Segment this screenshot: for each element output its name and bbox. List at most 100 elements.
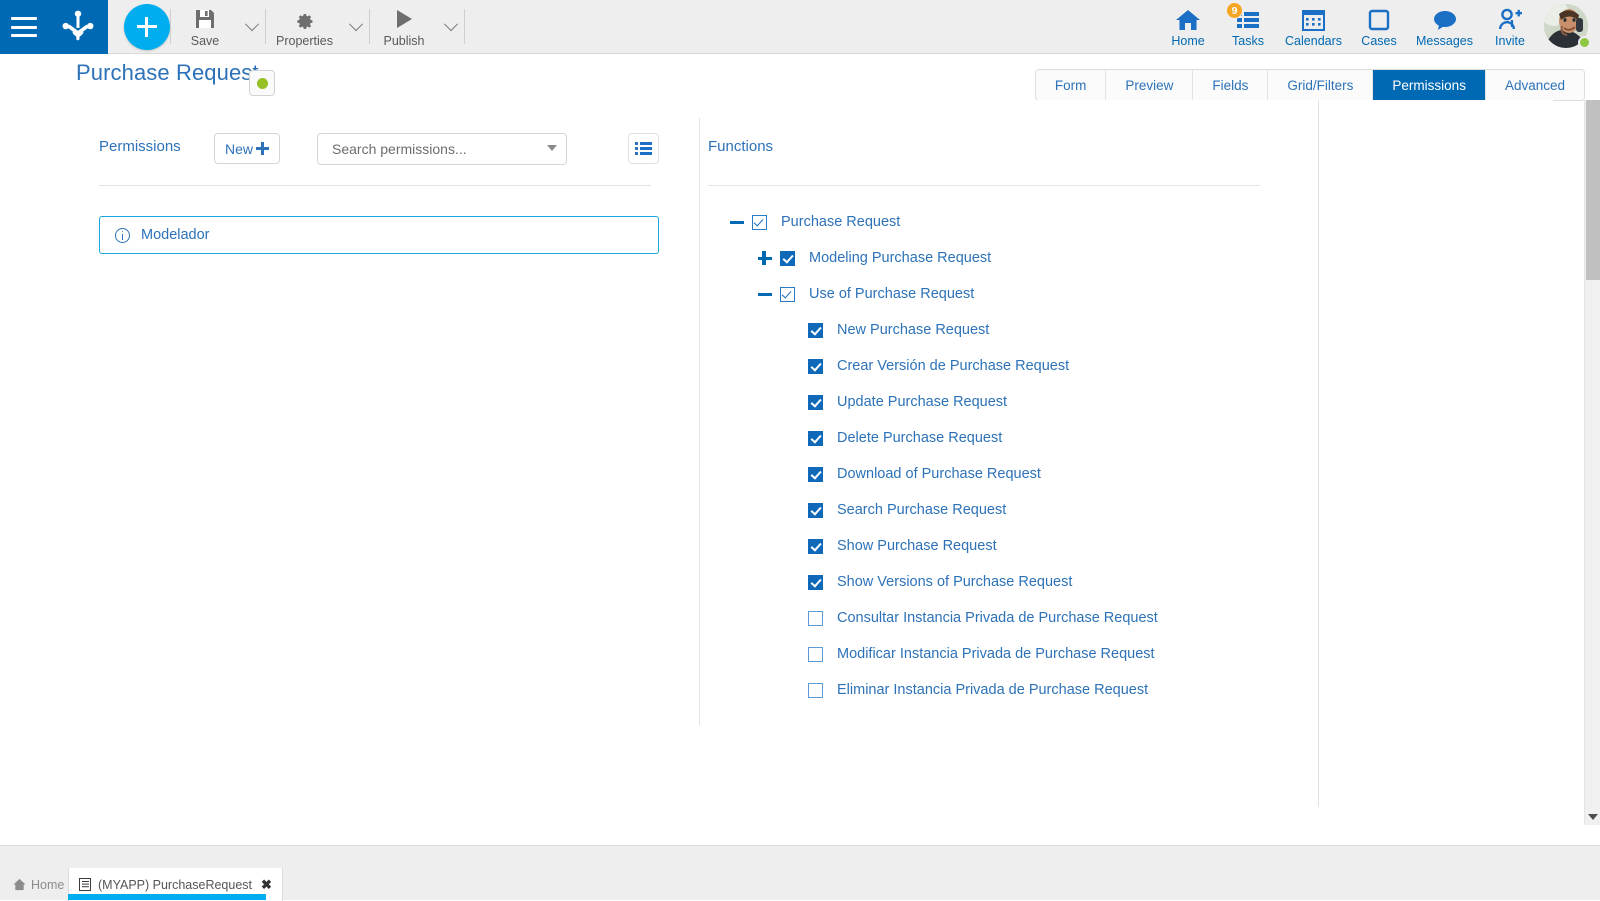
functions-title: Functions [708, 138, 773, 155]
tree-item[interactable]: Delete Purchase Request [699, 420, 1318, 456]
taskbar-home-label: Home [31, 878, 64, 892]
new-permission-button[interactable]: New [214, 133, 280, 164]
hamburger-menu-icon[interactable] [11, 17, 37, 37]
tree-item-label: Purchase Request [781, 214, 900, 230]
properties-dropdown-caret[interactable] [343, 0, 369, 54]
bizagi-logo-icon[interactable] [59, 10, 97, 44]
taskbar-home-item[interactable]: Home [0, 868, 77, 901]
checkbox[interactable] [808, 647, 823, 662]
page-header: Purchase Request Form Preview Fields Gri… [0, 54, 1600, 100]
functions-panel: Functions Purchase Request Modeling Purch… [699, 100, 1318, 825]
checkbox[interactable] [808, 431, 823, 446]
search-permissions-box[interactable] [317, 133, 567, 165]
nav-cases[interactable]: Cases [1349, 0, 1409, 54]
checkbox[interactable] [808, 503, 823, 518]
gear-icon [293, 7, 315, 31]
publish-dropdown-caret[interactable] [438, 0, 464, 54]
tree-item-label: Delete Purchase Request [837, 430, 1002, 446]
tree-item[interactable]: Modificar Instancia Privada de Purchase … [699, 636, 1318, 672]
checkbox[interactable] [780, 287, 795, 302]
nav-tasks-label: Tasks [1232, 34, 1264, 48]
nav-calendars-label: Calendars [1285, 34, 1342, 48]
tree-item[interactable]: Crear Versión de Purchase Request [699, 348, 1318, 384]
checkbox[interactable] [808, 611, 823, 626]
properties-button[interactable]: Properties [266, 0, 343, 54]
play-icon [393, 7, 415, 31]
tree-item-label: Consultar Instancia Privada de Purchase … [837, 610, 1158, 626]
nav-tasks[interactable]: 9 Tasks [1218, 0, 1278, 54]
nav-messages[interactable]: Messages [1409, 0, 1480, 54]
checkbox[interactable] [808, 467, 823, 482]
new-permission-label: New [225, 141, 253, 157]
nav-home[interactable]: Home [1158, 0, 1218, 54]
checkbox[interactable] [780, 251, 795, 266]
expand-icon[interactable] [757, 250, 773, 266]
tree-item[interactable]: Search Purchase Request [699, 492, 1318, 528]
close-icon[interactable]: ✖ [261, 877, 272, 893]
avatar[interactable] [1540, 0, 1594, 54]
checkbox[interactable] [808, 575, 823, 590]
home-icon [1175, 7, 1201, 33]
tree-item[interactable]: Update Purchase Request [699, 384, 1318, 420]
save-button[interactable]: Save [171, 0, 239, 54]
page-title: Purchase Request [76, 60, 259, 86]
collapse-icon[interactable] [757, 286, 773, 302]
document-icon [79, 878, 91, 891]
permission-name: Modelador [141, 227, 210, 243]
functions-tree: Purchase Request Modeling Purchase Reques… [699, 204, 1318, 708]
tree-item-label: Update Purchase Request [837, 394, 1007, 410]
tree-item[interactable]: Show Purchase Request [699, 528, 1318, 564]
nav-invite-label: Invite [1495, 34, 1525, 48]
list-view-button[interactable] [628, 133, 659, 164]
checkbox[interactable] [808, 683, 823, 698]
tree-item[interactable]: Purchase Request [699, 204, 1318, 240]
view-tabs: Form Preview Fields Grid/Filters Permiss… [1035, 69, 1585, 101]
tab-permissions[interactable]: Permissions [1373, 70, 1486, 100]
tree-item[interactable]: Use of Purchase Request [699, 276, 1318, 312]
collapse-icon[interactable] [729, 214, 745, 230]
scrollbar-thumb[interactable] [1586, 100, 1600, 280]
chevron-down-icon[interactable] [547, 145, 557, 151]
tasks-badge: 9 [1226, 2, 1243, 19]
tab-form[interactable]: Form [1036, 70, 1107, 100]
list-item[interactable]: Modelador [99, 216, 659, 254]
add-button[interactable] [124, 4, 170, 50]
publish-label: Publish [383, 34, 424, 48]
tree-item[interactable]: Consultar Instancia Privada de Purchase … [699, 600, 1318, 636]
calendar-icon [1301, 7, 1326, 33]
checkbox[interactable] [808, 539, 823, 554]
scroll-down-arrow-icon[interactable] [1585, 809, 1600, 825]
tree-item[interactable]: Modeling Purchase Request [699, 240, 1318, 276]
status-badge[interactable] [249, 70, 275, 96]
nav-calendars[interactable]: Calendars [1278, 0, 1349, 54]
list-view-icon [635, 142, 652, 155]
tree-item[interactable]: Eliminar Instancia Privada de Purchase R… [699, 672, 1318, 708]
nav-home-label: Home [1171, 34, 1204, 48]
save-dropdown-caret[interactable] [239, 0, 265, 54]
checkbox[interactable] [808, 395, 823, 410]
main-content: Permissions New Modelador Functions Purc… [0, 100, 1553, 825]
tab-advanced[interactable]: Advanced [1486, 70, 1584, 100]
invite-user-icon [1497, 7, 1523, 33]
vertical-scrollbar[interactable] [1584, 100, 1600, 825]
tree-item-label: Modificar Instancia Privada de Purchase … [837, 646, 1155, 662]
tree-item-label: Crear Versión de Purchase Request [837, 358, 1069, 374]
checkbox[interactable] [752, 215, 767, 230]
publish-button[interactable]: Publish [370, 0, 438, 54]
tree-item-label: Download of Purchase Request [837, 466, 1041, 482]
checkbox[interactable] [808, 359, 823, 374]
tree-item[interactable]: New Purchase Request [699, 312, 1318, 348]
toolbar-spacer [465, 0, 1158, 53]
tree-item-label: Modeling Purchase Request [809, 250, 991, 266]
tree-item[interactable]: Show Versions of Purchase Request [699, 564, 1318, 600]
plus-icon [256, 142, 269, 155]
tree-item[interactable]: Download of Purchase Request [699, 456, 1318, 492]
tab-fields[interactable]: Fields [1193, 70, 1268, 100]
checkbox[interactable] [808, 323, 823, 338]
search-permissions-input[interactable] [330, 134, 530, 164]
nav-invite[interactable]: Invite [1480, 0, 1540, 54]
tab-grid-filters[interactable]: Grid/Filters [1268, 70, 1373, 100]
tree-item-label: Show Versions of Purchase Request [837, 574, 1072, 590]
tab-preview[interactable]: Preview [1106, 70, 1193, 100]
properties-label: Properties [276, 34, 333, 48]
